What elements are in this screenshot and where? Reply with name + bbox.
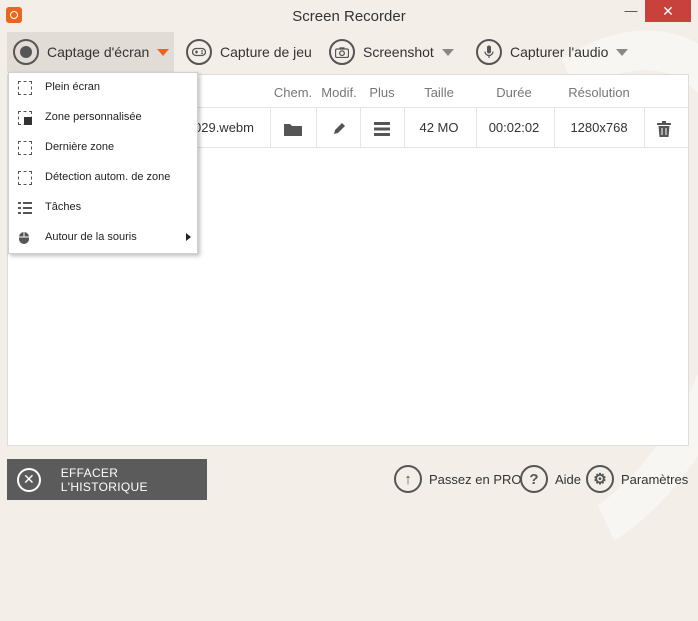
screen-capture-label: Captage d'écran bbox=[47, 44, 150, 60]
auto-detect-icon bbox=[18, 171, 32, 185]
submenu-arrow-icon bbox=[186, 233, 191, 241]
menu-item-last-area[interactable]: Dernière zone bbox=[9, 133, 197, 163]
game-capture-button[interactable]: Capture de jeu bbox=[186, 32, 312, 72]
column-header-edit: Modif. bbox=[321, 85, 357, 100]
screenshot-button[interactable]: Screenshot bbox=[329, 32, 454, 72]
column-header-more: Plus bbox=[369, 85, 395, 100]
fullscreen-icon bbox=[18, 81, 32, 95]
audio-capture-label: Capturer l'audio bbox=[510, 44, 609, 60]
menu-item-fullscreen[interactable]: Plein écran bbox=[9, 73, 197, 103]
close-button[interactable]: ✕ bbox=[645, 0, 691, 22]
arrow-up-icon: ↑ bbox=[394, 465, 422, 493]
mouse-icon bbox=[18, 231, 32, 245]
minimize-button[interactable]: — bbox=[620, 0, 642, 22]
menu-item-auto-detect[interactable]: Détection autom. de zone bbox=[9, 163, 197, 193]
toolbar: Captage d'écran Capture de jeu Screensho… bbox=[0, 32, 698, 72]
chevron-down-icon bbox=[441, 48, 454, 56]
menu-item-label: Tâches bbox=[45, 201, 82, 213]
menu-item-label: Dernière zone bbox=[45, 141, 115, 153]
help-label: Aide bbox=[555, 471, 582, 487]
file-name[interactable]: 029.webm bbox=[194, 108, 264, 147]
menu-item-label: Zone personnalisée bbox=[45, 111, 142, 123]
clear-history-button[interactable]: ✕ EFFACER L'HISTORIQUE bbox=[7, 459, 207, 500]
microphone-icon bbox=[476, 39, 502, 65]
upgrade-pro-label: Passez en PRO bbox=[429, 471, 522, 487]
menu-item-label: Autour de la souris bbox=[45, 231, 137, 243]
window-title: Screen Recorder bbox=[292, 8, 406, 25]
file-duration: 00:02:02 bbox=[488, 120, 540, 135]
last-area-icon bbox=[18, 141, 32, 155]
settings-label: Paramètres bbox=[621, 471, 689, 487]
column-header-resolution: Résolution bbox=[568, 85, 630, 100]
menu-item-custom-area[interactable]: Zone personnalisée bbox=[9, 103, 197, 133]
footer: ✕ EFFACER L'HISTORIQUE ↑ Passez en PRO ?… bbox=[0, 454, 698, 508]
menu-item-label: Détection autom. de zone bbox=[45, 171, 171, 183]
gear-icon: ⚙ bbox=[586, 465, 614, 493]
edit-pencil-icon[interactable] bbox=[316, 108, 362, 147]
tasks-icon bbox=[18, 201, 32, 215]
folder-icon[interactable] bbox=[270, 108, 316, 147]
game-capture-label: Capture de jeu bbox=[220, 44, 312, 60]
chevron-down-icon bbox=[157, 48, 170, 56]
title-bar: Screen Recorder — ✕ bbox=[0, 0, 698, 32]
screenshot-label: Screenshot bbox=[363, 44, 434, 60]
gamepad-icon bbox=[186, 39, 212, 65]
chevron-down-icon bbox=[616, 48, 629, 56]
column-header-duration: Durée bbox=[496, 85, 532, 100]
question-icon: ? bbox=[520, 465, 548, 493]
column-header-size: Taille bbox=[424, 85, 454, 100]
capture-mode-menu: Plein écran Zone personnalisée Dernière … bbox=[8, 72, 198, 254]
menu-item-around-mouse[interactable]: Autour de la souris bbox=[9, 223, 197, 253]
trash-icon[interactable] bbox=[644, 108, 684, 147]
menu-icon[interactable] bbox=[360, 108, 404, 147]
audio-capture-button[interactable]: Capturer l'audio bbox=[476, 32, 629, 72]
menu-item-label: Plein écran bbox=[45, 81, 101, 93]
upgrade-pro-button[interactable]: ↑ Passez en PRO bbox=[394, 464, 522, 494]
custom-area-icon bbox=[18, 111, 32, 125]
help-button[interactable]: ? Aide bbox=[520, 464, 581, 494]
clear-history-label: EFFACER L'HISTORIQUE bbox=[60, 465, 148, 494]
screen-capture-button[interactable]: Captage d'écran bbox=[7, 32, 174, 72]
settings-button[interactable]: ⚙ Paramètres bbox=[586, 464, 688, 494]
menu-item-tasks[interactable]: Tâches bbox=[9, 193, 197, 223]
file-size: 42 MO bbox=[419, 120, 459, 135]
camera-icon bbox=[329, 39, 355, 65]
file-resolution: 1280x768 bbox=[570, 120, 628, 135]
column-header-path: Chem. bbox=[273, 85, 313, 100]
close-circle-icon: ✕ bbox=[17, 467, 41, 492]
record-icon bbox=[13, 39, 39, 65]
